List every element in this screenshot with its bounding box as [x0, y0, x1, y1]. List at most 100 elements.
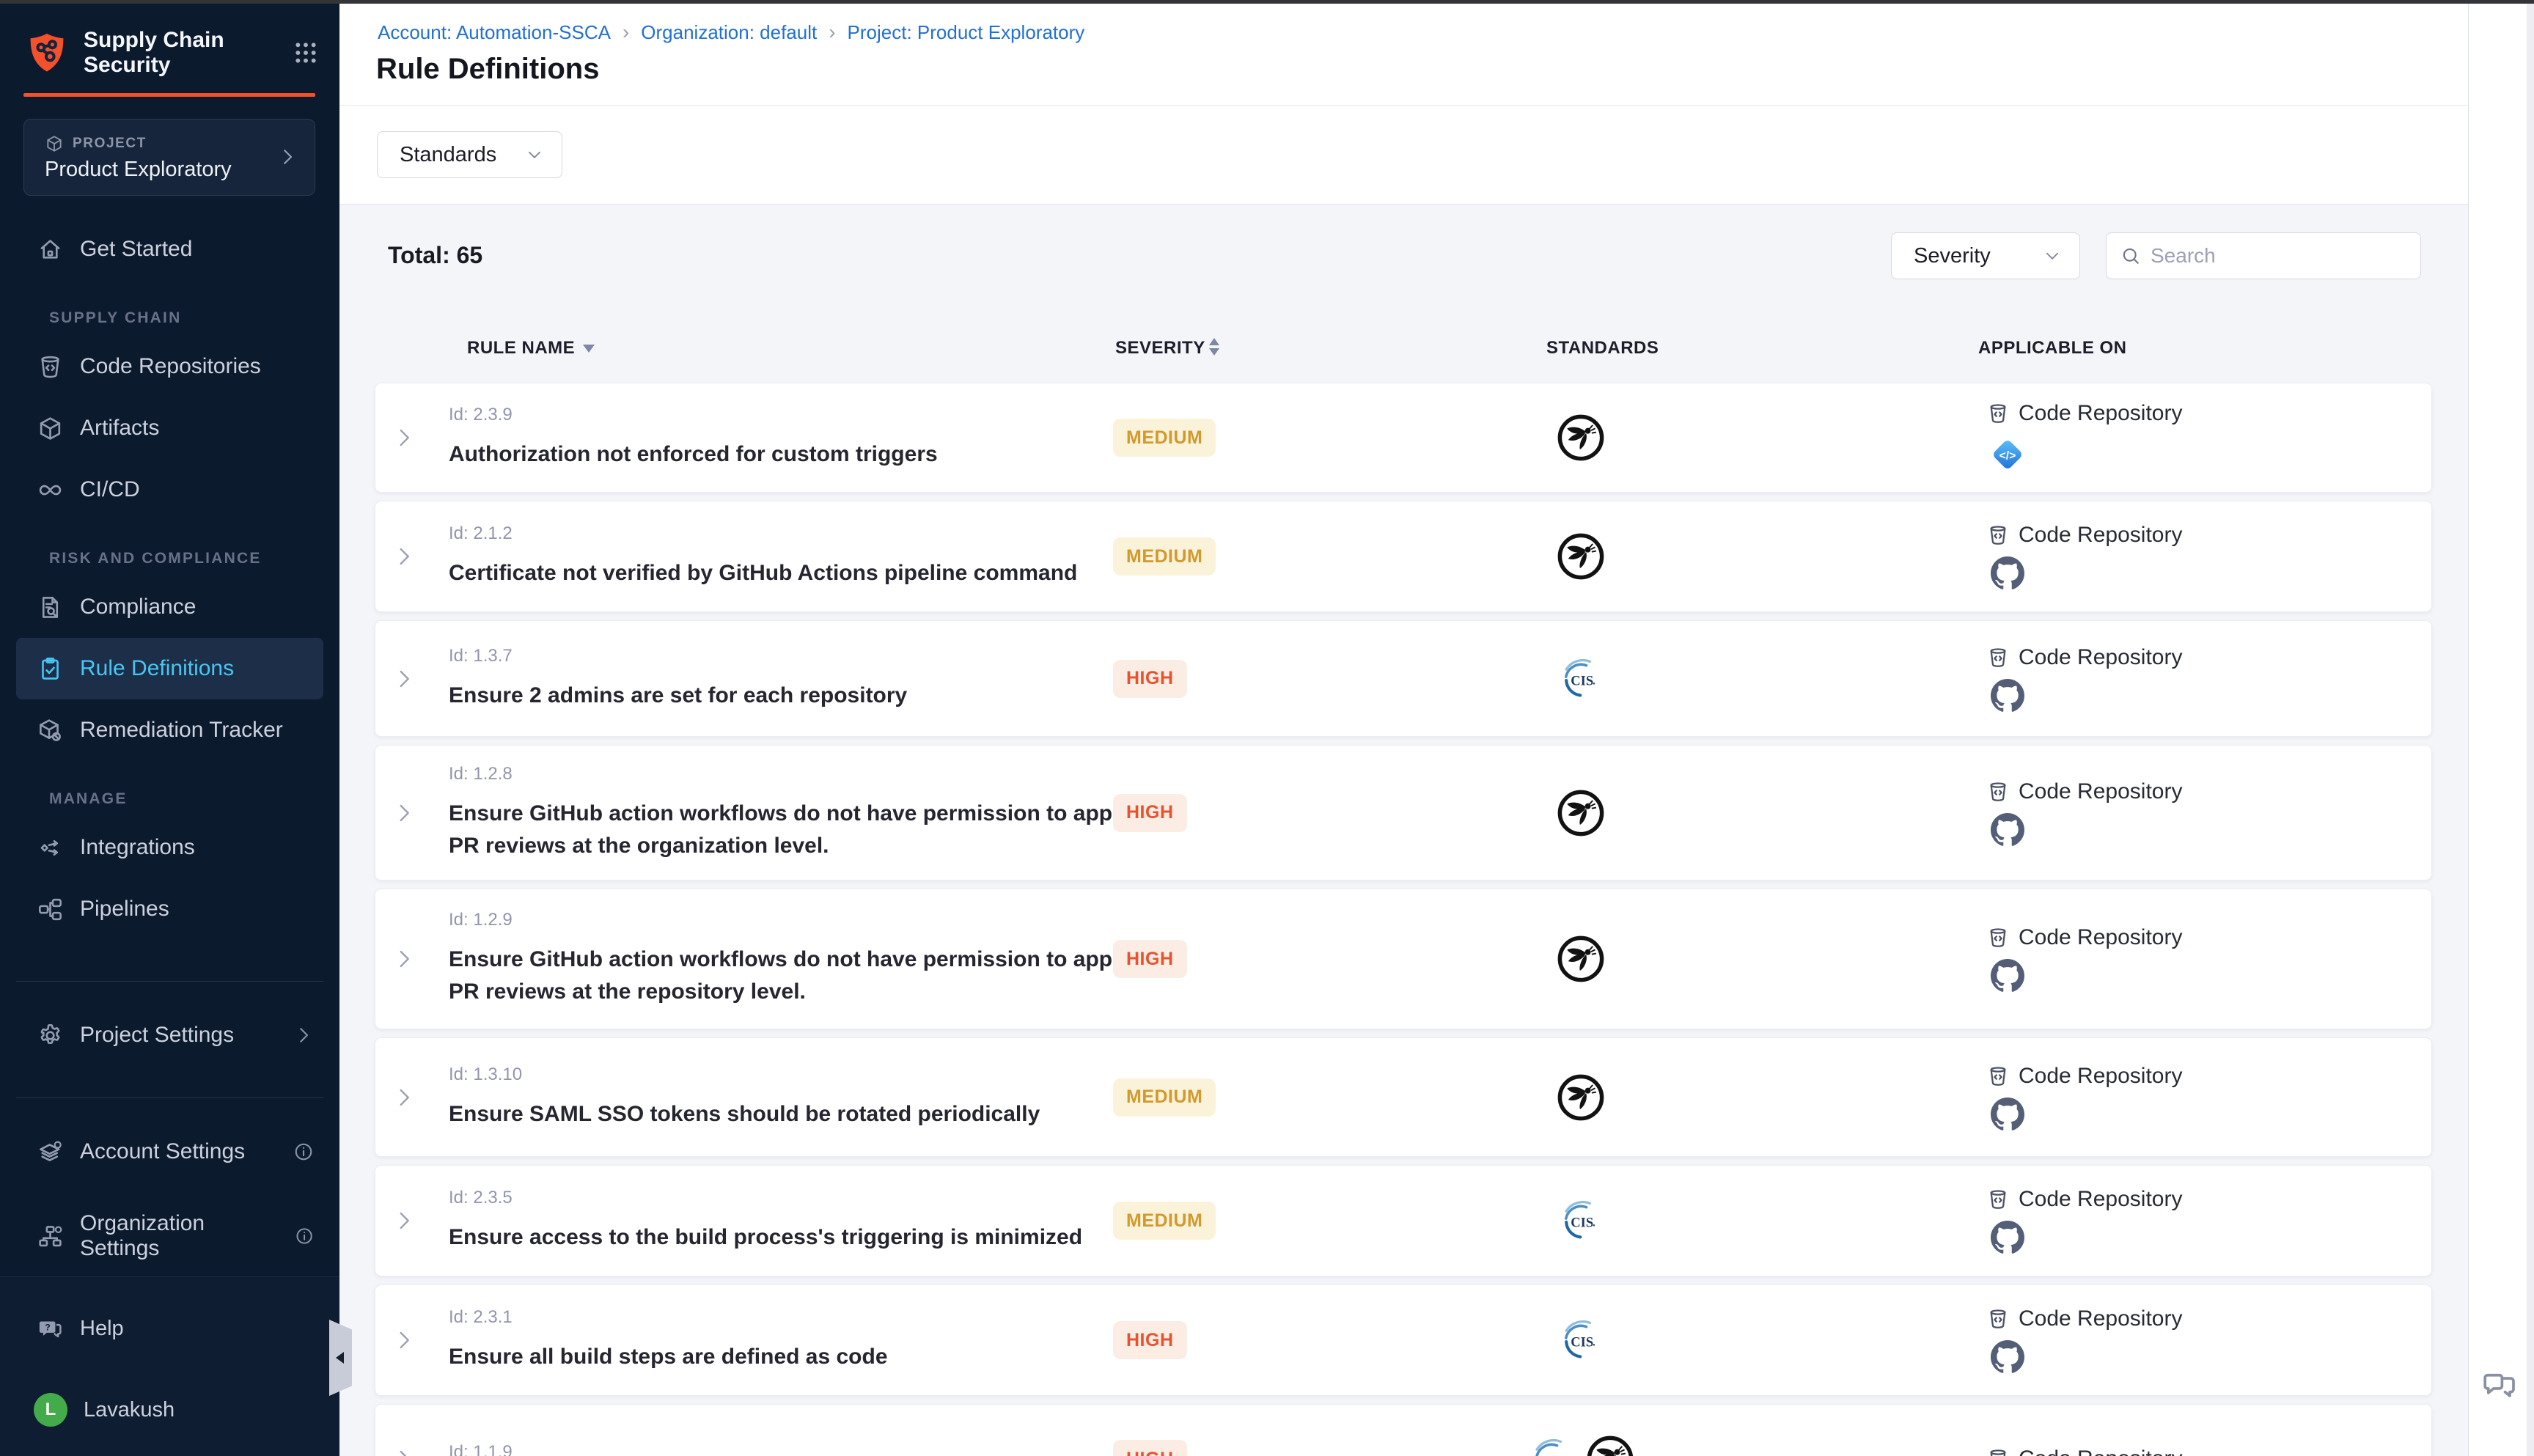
- standards-cell: CIS: [1500, 1316, 1661, 1364]
- severity-badge: MEDIUM: [1113, 1078, 1216, 1117]
- infinity-icon: [37, 477, 64, 504]
- rule-name[interactable]: Ensure SAML SSO tokens should be rotated…: [449, 1098, 1160, 1130]
- github-icon: [1991, 1340, 2024, 1374]
- rule-row[interactable]: Id: 1.2.8Ensure GitHub action workflows …: [375, 745, 2432, 880]
- rule-name[interactable]: Ensure GitHub action workflows do not ha…: [449, 798, 1160, 862]
- sidebar-item-compliance[interactable]: Compliance: [16, 576, 323, 638]
- standards-cell: CIS: [1500, 655, 1661, 703]
- sidebar-item-rule-definitions[interactable]: Rule Definitions: [16, 638, 323, 699]
- breadcrumb-link[interactable]: Project: Product Exploratory: [848, 21, 1085, 44]
- expand-row-chevron-icon[interactable]: [392, 1085, 416, 1110]
- expand-row-chevron-icon[interactable]: [392, 425, 416, 450]
- sidebar-item-pipelines[interactable]: Pipelines: [16, 878, 323, 940]
- code-repository-icon: [1986, 523, 2010, 547]
- expand-row-chevron-icon[interactable]: [392, 1446, 416, 1456]
- rule-row[interactable]: Id: 2.3.9Authorization not enforced for …: [375, 383, 2432, 493]
- code-repository-icon: [1986, 402, 2010, 425]
- avatar: L: [34, 1393, 67, 1427]
- rule-row[interactable]: Id: 2.3.1Ensure all build steps are defi…: [375, 1284, 2432, 1396]
- severity-badge: MEDIUM: [1113, 537, 1216, 576]
- rule-name[interactable]: Certificate not verified by GitHub Actio…: [449, 557, 1160, 589]
- sidebar-item-label: Artifacts: [80, 416, 159, 441]
- sidebar-item-integrations[interactable]: Integrations: [16, 817, 323, 878]
- sidebar-item-label: Rule Definitions: [80, 656, 234, 681]
- expand-row-chevron-icon[interactable]: [392, 801, 416, 826]
- chat-support-icon[interactable]: [2481, 1368, 2519, 1406]
- cis-standard-icon: CIS: [1557, 655, 1605, 703]
- user-menu[interactable]: L Lavakush: [16, 1379, 323, 1441]
- svg-text:CIS: CIS: [1571, 1334, 1593, 1350]
- expand-row-chevron-icon[interactable]: [392, 1208, 416, 1233]
- doc-search-icon: [37, 594, 64, 621]
- module-switcher-icon[interactable]: [294, 41, 317, 65]
- chevron-right-icon: [276, 146, 298, 168]
- rule-id: Id: 1.1.9: [449, 1442, 1160, 1456]
- sort-icon[interactable]: [1209, 338, 1219, 356]
- severity-badge: HIGH: [1113, 940, 1187, 978]
- info-icon[interactable]: [293, 1141, 315, 1163]
- rule-row[interactable]: Id: 2.1.2Certificate not verified by Git…: [375, 501, 2432, 612]
- module-title: Supply Chain Security: [84, 28, 260, 78]
- sidebar-item-remediation-tracker[interactable]: Remediation Tracker: [16, 699, 323, 761]
- rule-name[interactable]: Authorization not enforced for custom tr…: [449, 438, 1160, 471]
- applicable-on-cell: Code Repository</>: [1986, 401, 2182, 474]
- rule-row[interactable]: Id: 2.3.5Ensure access to the build proc…: [375, 1165, 2432, 1276]
- rule-row[interactable]: Id: 1.2.9Ensure GitHub action workflows …: [375, 889, 2432, 1029]
- sidebar-item-project-settings[interactable]: Project Settings: [16, 1004, 323, 1066]
- box-wrench-icon: [37, 717, 64, 744]
- column-header-rule-name[interactable]: RULE NAME: [467, 338, 575, 360]
- layers-icon: [37, 1139, 64, 1166]
- box-icon: [37, 415, 64, 442]
- rule-name[interactable]: Ensure 2 admins are set for each reposit…: [449, 680, 1160, 712]
- expand-row-chevron-icon[interactable]: [392, 666, 416, 691]
- sidebar-item-get-started[interactable]: Get Started: [16, 218, 323, 280]
- sidebar-item-ci-cd[interactable]: CI/CD: [16, 459, 323, 521]
- cis-standard-icon: CIS: [1557, 1196, 1605, 1245]
- rule-name[interactable]: Ensure all build steps are defined as co…: [449, 1341, 1160, 1373]
- harness-code-icon: </>: [1988, 435, 2027, 474]
- standards-filter-dropdown[interactable]: Standards: [377, 131, 562, 178]
- standards-cell: [1500, 532, 1661, 581]
- integrations-icon: [37, 834, 64, 861]
- sidebar-item-artifacts[interactable]: Artifacts: [16, 397, 323, 459]
- github-icon: [1991, 1221, 2024, 1254]
- github-icon: [1991, 679, 2024, 713]
- expand-row-chevron-icon[interactable]: [392, 946, 416, 971]
- github-icon: [1991, 1097, 2024, 1131]
- help-label: Help: [80, 1317, 124, 1341]
- breadcrumb-link[interactable]: Organization: default: [641, 21, 817, 44]
- sidebar-collapse-handle[interactable]: [329, 1320, 352, 1396]
- svg-text:CIS: CIS: [1541, 1453, 1564, 1456]
- rule-row[interactable]: Id: 1.1.9HIGHCISCode Repository: [375, 1404, 2432, 1456]
- scrollbar[interactable]: [2527, 0, 2534, 1456]
- rules-table-body: Id: 2.3.9Authorization not enforced for …: [375, 383, 2432, 1456]
- help-button[interactable]: ? Help: [16, 1298, 323, 1359]
- expand-row-chevron-icon[interactable]: [392, 1328, 416, 1353]
- applicable-on-cell: Code Repository: [1986, 925, 2182, 993]
- rule-row[interactable]: Id: 1.3.7Ensure 2 admins are set for eac…: [375, 620, 2432, 737]
- user-name: Lavakush: [84, 1398, 175, 1422]
- sidebar-item-organization-settings[interactable]: Organization Settings: [16, 1205, 323, 1267]
- search-box: [2106, 232, 2421, 279]
- supply-chain-security-logo-icon: [23, 29, 70, 76]
- applicable-on-label: Code Repository: [2019, 645, 2182, 670]
- code-repository-icon: [1986, 1065, 2010, 1088]
- search-input[interactable]: [2151, 244, 2407, 268]
- severity-filter-label: Severity: [1914, 244, 1991, 268]
- project-selector[interactable]: PROJECT Product Exploratory: [23, 119, 315, 196]
- column-header-severity[interactable]: SEVERITY: [1115, 338, 1205, 360]
- svg-text:CIS: CIS: [1571, 673, 1593, 688]
- info-icon[interactable]: [294, 1225, 315, 1247]
- sidebar-item-account-settings[interactable]: Account Settings: [16, 1121, 323, 1183]
- expand-row-chevron-icon[interactable]: [392, 544, 416, 569]
- sidebar-item-code-repositories[interactable]: Code Repositories: [16, 336, 323, 397]
- breadcrumb-link[interactable]: Account: Automation-SSCA: [378, 21, 611, 44]
- severity-filter-dropdown[interactable]: Severity: [1891, 232, 2080, 279]
- cis-standard-icon: CIS: [1557, 1316, 1605, 1364]
- rule-name[interactable]: Ensure GitHub action workflows do not ha…: [449, 944, 1160, 1008]
- sort-descending-icon[interactable]: [583, 345, 595, 353]
- rule-row[interactable]: Id: 1.3.10Ensure SAML SSO tokens should …: [375, 1037, 2432, 1157]
- standards-filter-label: Standards: [400, 143, 496, 167]
- rule-name[interactable]: Ensure access to the build process's tri…: [449, 1221, 1160, 1254]
- code-repository-icon: [1986, 780, 2010, 804]
